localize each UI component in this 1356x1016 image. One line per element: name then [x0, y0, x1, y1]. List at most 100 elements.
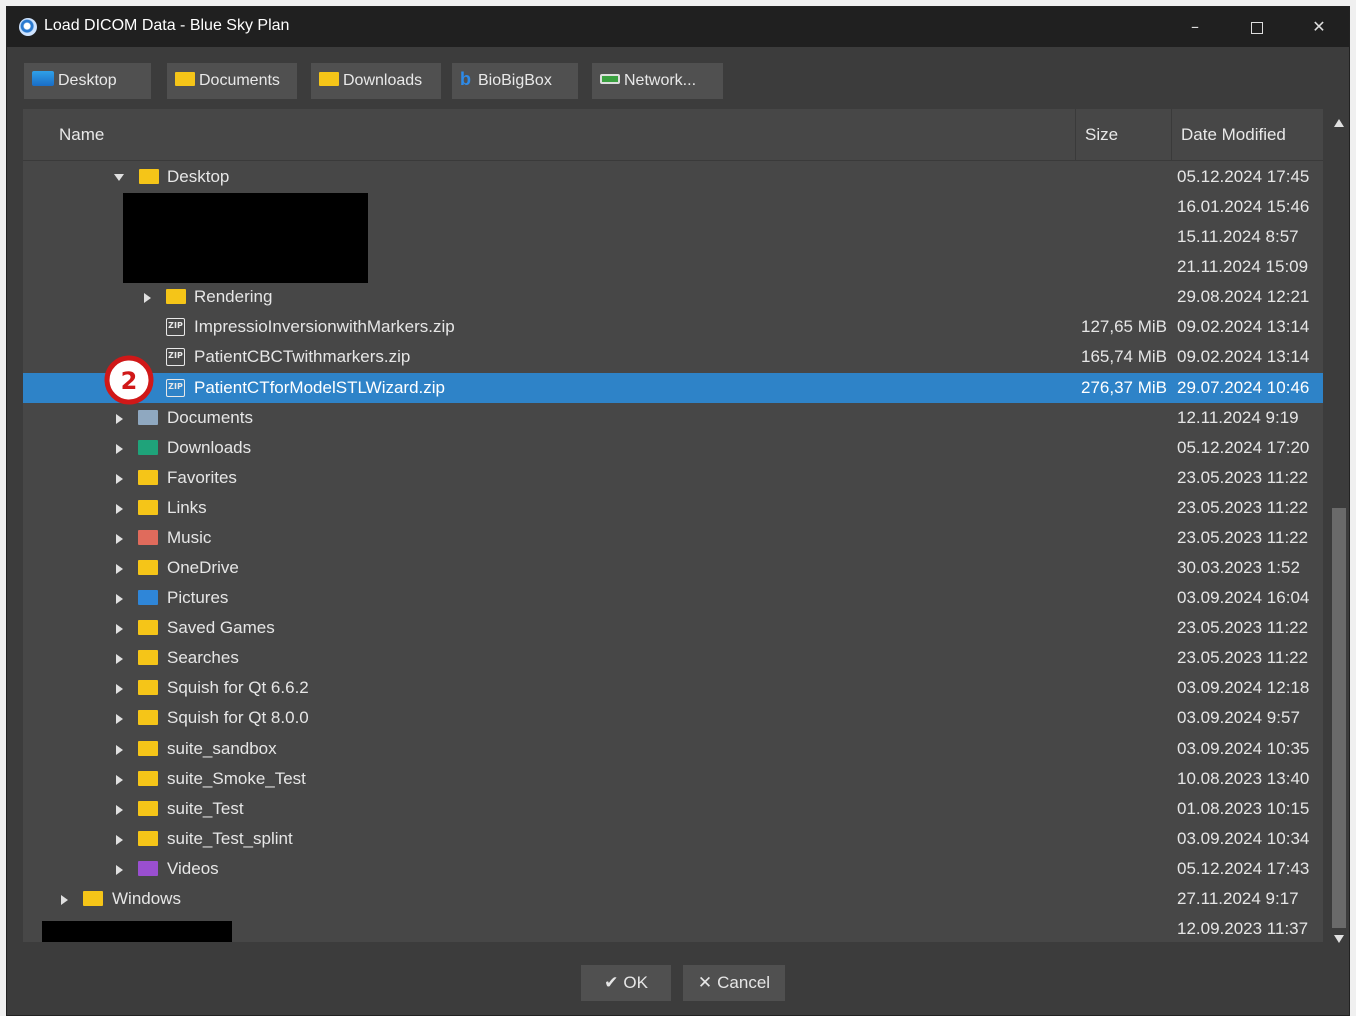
maximize-button[interactable] — [1227, 7, 1287, 47]
column-header-date-modified[interactable]: Date Modified — [1181, 109, 1286, 161]
biobigbox-icon: b — [460, 68, 471, 89]
table-row[interactable]: suite_Smoke_Test 10.08.2023 13:40 — [23, 764, 1323, 794]
expand-arrow-icon[interactable] — [61, 894, 68, 905]
row-date-modified: 03.09.2024 12:18 — [1177, 678, 1310, 698]
place-label: Desktop — [58, 72, 117, 89]
expand-arrow-icon[interactable] — [116, 744, 123, 755]
collapse-arrow-icon[interactable] — [114, 174, 124, 181]
table-row[interactable]: Squish for Qt 8.0.0 03.09.2024 9:57 — [23, 703, 1323, 733]
expand-arrow-icon[interactable] — [116, 864, 123, 875]
table-row[interactable]: ZIP PatientCBCTwithmarkers.zip 165,74 MiB 0… — [23, 342, 1323, 372]
zip-file-icon: ZIP — [166, 348, 185, 367]
row-date-modified: 23.05.2023 11:22 — [1177, 618, 1309, 638]
row-date-modified: 21.11.2024 15:09 — [1177, 257, 1309, 277]
scroll-down-arrow-icon[interactable] — [1334, 935, 1344, 943]
table-row[interactable]: ZIP ImpressioInversionwithMarkers.zip 127,… — [23, 312, 1323, 342]
videos-folder-icon — [138, 860, 158, 876]
folder-icon — [83, 890, 103, 906]
title-bar: Load DICOM Data - Blue Sky Plan – ✕ — [7, 7, 1349, 47]
ok-button[interactable]: ✔ OK — [581, 965, 671, 1001]
place-desktop-button[interactable]: Desktop — [24, 63, 151, 99]
expand-arrow-icon[interactable] — [116, 804, 123, 815]
row-size: 276,37 MiB — [1081, 377, 1167, 397]
row-name: PatientCBCTwithmarkers.zip — [194, 347, 411, 367]
vertical-scrollbar[interactable] — [1329, 113, 1347, 949]
expand-arrow-icon[interactable] — [116, 714, 123, 725]
column-header-name[interactable]: Name — [59, 109, 104, 161]
row-date-modified: 12.11.2024 9:19 — [1177, 407, 1299, 427]
expand-arrow-icon[interactable] — [116, 684, 123, 695]
place-network-button[interactable]: Network... — [592, 63, 723, 99]
row-name: Links — [167, 497, 207, 517]
row-date-modified: 23.05.2023 11:22 — [1177, 467, 1309, 487]
expand-arrow-icon[interactable] — [116, 594, 123, 605]
scrollbar-thumb[interactable] — [1332, 508, 1346, 928]
column-header-size[interactable]: Size — [1085, 109, 1118, 161]
row-date-modified: 27.11.2024 9:17 — [1177, 888, 1299, 908]
network-icon — [600, 73, 620, 84]
table-row[interactable]: OneDrive 30.03.2023 1:52 — [23, 553, 1323, 583]
expand-arrow-icon[interactable] — [116, 624, 123, 635]
expand-arrow-icon[interactable] — [116, 413, 123, 424]
folder-icon — [138, 740, 158, 756]
scroll-up-arrow-icon[interactable] — [1334, 119, 1344, 127]
folder-icon — [138, 830, 158, 846]
table-row[interactable]: Windows 27.11.2024 9:17 — [23, 884, 1323, 914]
table-row[interactable]: Downloads 05.12.2024 17:20 — [23, 433, 1323, 463]
table-row[interactable]: 21.11.2024 15:09 — [23, 252, 1323, 282]
row-name: Documents — [167, 407, 253, 427]
table-row[interactable]: Desktop 05.12.2024 17:45 — [23, 162, 1323, 192]
folder-icon — [138, 770, 158, 786]
row-name: Videos — [167, 858, 219, 878]
table-row[interactable]: Pictures 03.09.2024 16:04 — [23, 583, 1323, 613]
column-divider[interactable] — [1171, 109, 1172, 161]
table-row[interactable]: Videos 05.12.2024 17:43 — [23, 854, 1323, 884]
window-title: Load DICOM Data - Blue Sky Plan — [44, 17, 290, 34]
expand-arrow-icon[interactable] — [116, 564, 123, 575]
table-row[interactable]: suite_Test_splint 03.09.2024 10:34 — [23, 824, 1323, 854]
folder-icon — [138, 800, 158, 816]
row-date-modified: 23.05.2023 11:22 — [1177, 497, 1309, 517]
minimize-button[interactable]: – — [1165, 7, 1225, 47]
table-row[interactable]: Favorites 23.05.2023 11:22 — [23, 463, 1323, 493]
cancel-button[interactable]: ✕ Cancel — [683, 965, 785, 1001]
expand-arrow-icon[interactable] — [116, 473, 123, 484]
dialog-window: Load DICOM Data - Blue Sky Plan – ✕ Desk… — [6, 6, 1350, 1016]
check-icon: ✔ — [604, 973, 619, 992]
row-date-modified: 09.02.2024 13:14 — [1177, 317, 1310, 337]
folder-icon — [139, 169, 159, 184]
file-tree-view[interactable]: Name Size Date Modified Desktop 05.12.202… — [23, 109, 1323, 942]
pictures-folder-icon — [138, 590, 158, 606]
row-name: Desktop — [167, 167, 230, 186]
column-divider[interactable] — [1075, 109, 1076, 161]
place-biobigbox-button[interactable]: b BioBigBox — [452, 63, 578, 99]
table-row[interactable]: Squish for Qt 6.6.2 03.09.2024 12:18 — [23, 673, 1323, 703]
row-name: suite_Test_splint — [167, 828, 293, 848]
table-row[interactable]: Links 23.05.2023 11:22 — [23, 493, 1323, 523]
table-row[interactable]: Music 23.05.2023 11:22 — [23, 523, 1323, 553]
table-row[interactable]: 15.11.2024 8:57 — [23, 222, 1323, 252]
table-row[interactable]: Documents 12.11.2024 9:19 — [23, 403, 1323, 433]
expand-arrow-icon[interactable] — [116, 654, 123, 665]
expand-arrow-icon[interactable] — [116, 443, 123, 454]
expand-arrow-icon[interactable] — [116, 834, 123, 845]
zip-file-icon: ZIP — [166, 318, 185, 337]
place-documents-button[interactable]: Documents — [167, 63, 297, 99]
row-date-modified: 15.11.2024 8:57 — [1177, 227, 1299, 247]
row-date-modified: 03.09.2024 10:35 — [1177, 738, 1310, 758]
row-date-modified: 05.12.2024 17:45 — [1177, 167, 1310, 186]
place-downloads-button[interactable]: Downloads — [311, 63, 441, 99]
table-row[interactable]: suite_sandbox 03.09.2024 10:35 — [23, 734, 1323, 764]
row-date-modified: 10.08.2023 13:40 — [1177, 768, 1310, 788]
expand-arrow-icon[interactable] — [116, 533, 123, 544]
table-row[interactable]: ZIP PatientCTforModelSTLWizard.zip 276,37 … — [23, 372, 1323, 403]
expand-arrow-icon[interactable] — [116, 503, 123, 514]
table-row[interactable]: suite_Test 01.08.2023 10:15 — [23, 794, 1323, 824]
table-row[interactable]: Rendering 29.08.2024 12:21 — [23, 282, 1323, 312]
close-button[interactable]: ✕ — [1289, 7, 1349, 47]
music-folder-icon — [138, 529, 158, 545]
table-row[interactable]: Searches 23.05.2023 11:22 — [23, 643, 1323, 673]
table-row[interactable]: Saved Games 23.05.2023 11:22 — [23, 613, 1323, 643]
expand-arrow-icon[interactable] — [144, 293, 151, 304]
expand-arrow-icon[interactable] — [116, 774, 123, 785]
